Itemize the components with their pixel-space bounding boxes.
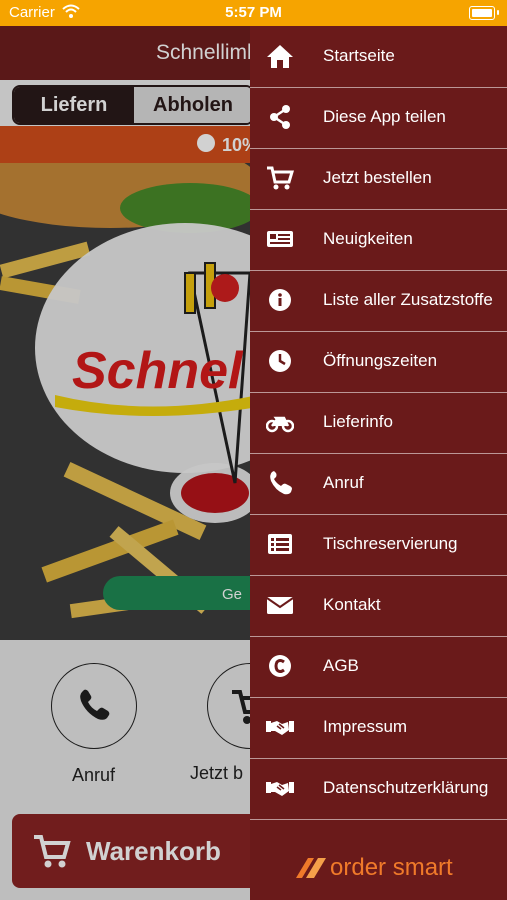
menu-item-datenschutz[interactable]: Datenschutzerklärung (250, 758, 507, 820)
menu-item-anruf[interactable]: Anruf (250, 453, 507, 515)
list-icon (268, 534, 292, 554)
clock-time: 5:57 PM (225, 4, 282, 21)
menu-item-impressum[interactable]: Impressum (250, 697, 507, 759)
copyright-icon (269, 655, 291, 677)
battery-tip (497, 10, 499, 15)
menu-item-kontakt[interactable]: Kontakt (250, 575, 507, 637)
phone-icon (270, 471, 292, 495)
menu-item-label: Neuigkeiten (323, 229, 413, 248)
menu-item-label: Kontakt (323, 595, 381, 614)
menu-item-oeffnungszeiten[interactable]: Öffnungszeiten (250, 331, 507, 393)
menu-item-app-teilen[interactable]: Diese App teilen (250, 87, 507, 149)
menu-item-label: Tischreservierung (323, 534, 458, 553)
menu-item-label: Jetzt bestellen (323, 168, 432, 187)
menu-item-neuigkeiten[interactable]: Neuigkeiten (250, 209, 507, 271)
brand-text: order smart (330, 854, 453, 881)
menu-item-startseite[interactable]: Startseite (250, 26, 507, 88)
order-smart-logo-icon (296, 858, 326, 878)
handshake-icon (266, 721, 294, 735)
home-icon (267, 45, 293, 68)
clock-icon (269, 350, 291, 372)
status-bar: Carrier 5:57 PM (0, 0, 507, 26)
menu-item-bestellen[interactable]: Jetzt bestellen (250, 148, 507, 210)
menu-item-label: Liste aller Zusatzstoffe (323, 290, 493, 309)
news-icon (267, 231, 293, 247)
share-icon (270, 105, 290, 129)
menu-item-label: Öffnungszeiten (323, 351, 438, 370)
menu-item-label: Impressum (323, 717, 408, 736)
handshake-icon (266, 782, 294, 796)
menu-item-zusatzstoffe[interactable]: Liste aller Zusatzstoffe (250, 270, 507, 332)
order-smart-brand: order smart (296, 854, 466, 884)
cart-icon (267, 166, 294, 190)
envelope-icon (266, 597, 294, 614)
menu-item-tischreservierung[interactable]: Tischreservierung (250, 514, 507, 576)
menu-item-agb[interactable]: AGB (250, 636, 507, 698)
menu-item-label: Anruf (323, 473, 364, 492)
menu-item-label: Datenschutzerklärung (323, 778, 489, 797)
menu-item-label: Lieferinfo (323, 412, 393, 431)
motorcycle-icon (266, 416, 294, 433)
menu-item-label: AGB (323, 656, 359, 675)
menu-item-label: Startseite (323, 46, 395, 65)
info-icon (269, 289, 291, 311)
battery-icon (469, 6, 495, 20)
menu-item-label: Diese App teilen (323, 107, 446, 126)
menu-item-lieferinfo[interactable]: Lieferinfo (250, 392, 507, 454)
side-drawer: Startseite Diese App teilen Jetzt bestel… (250, 26, 507, 900)
